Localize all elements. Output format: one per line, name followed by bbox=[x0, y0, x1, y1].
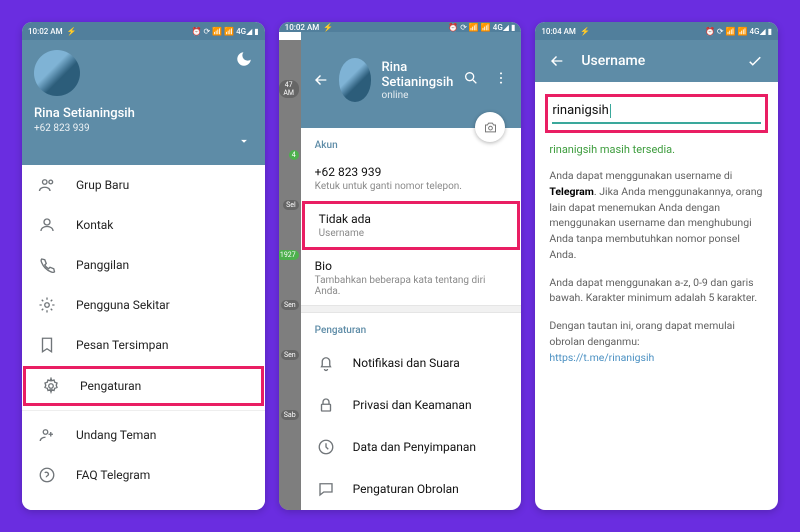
day-label: Sab bbox=[281, 410, 299, 420]
unread-badge: 1927 bbox=[279, 250, 299, 260]
menu-settings[interactable]: Pengaturan bbox=[23, 366, 264, 406]
drawer-menu: Grup Baru Kontak Panggilan Pengguna Seki… bbox=[22, 165, 265, 510]
lock-icon bbox=[315, 394, 337, 416]
status-icons: ⏰ ⟳ 📶 📶 4G◢ ▮ bbox=[448, 23, 515, 32]
dim-overlay: 47 AM 4 Sel 1927 Sen Sen Sab bbox=[279, 40, 301, 510]
username-desc-3: Dengan tautan ini, orang dapat memulai o… bbox=[535, 312, 778, 371]
row-chat-settings[interactable]: Pengaturan Obrolan bbox=[301, 468, 522, 510]
status-icons: ⏰ ⟳ 📶 📶 4G◢ ▮ bbox=[192, 27, 259, 36]
night-mode-icon[interactable] bbox=[235, 50, 253, 68]
unread-badge: 4 bbox=[289, 150, 299, 160]
chat-icon bbox=[315, 478, 337, 500]
menu-label: Kontak bbox=[76, 218, 113, 232]
chevron-down-icon[interactable] bbox=[237, 133, 251, 147]
username-label: Username bbox=[319, 228, 504, 239]
gear-icon bbox=[40, 375, 62, 397]
row-label: Data dan Penyimpanan bbox=[353, 440, 476, 454]
avatar[interactable] bbox=[34, 50, 80, 96]
phone-icon bbox=[36, 254, 58, 276]
row-data[interactable]: Data dan Penyimpanan bbox=[301, 426, 522, 468]
group-icon bbox=[36, 174, 58, 196]
day-label: Sel bbox=[283, 200, 299, 210]
row-notifications[interactable]: Notifikasi dan Suara bbox=[301, 342, 522, 384]
phone-hint: Ketuk untuk ganti nomor telepon. bbox=[315, 181, 508, 192]
row-label: Notifikasi dan Suara bbox=[353, 356, 460, 370]
page-title: Username bbox=[581, 53, 730, 69]
confirm-icon[interactable] bbox=[746, 52, 764, 70]
menu-calls[interactable]: Panggilan bbox=[22, 245, 265, 285]
invite-icon bbox=[36, 424, 58, 446]
settings-screen: 10:02 AM⚡⏰ ⟳ 📶 📶 4G◢ ▮ 47 AM 4 Sel 1927 … bbox=[279, 22, 522, 510]
username-screen: 10:04 AM⚡⏰ ⟳ 📶 📶 4G◢ ▮ Username rinanigs… bbox=[535, 22, 778, 510]
bio-hint: Tambahkan beberapa kata tentang diri And… bbox=[315, 275, 508, 297]
menu-faq[interactable]: FAQ Telegram bbox=[22, 455, 265, 495]
status-bar: 10:04 AM⚡⏰ ⟳ 📶 📶 4G◢ ▮ bbox=[535, 22, 778, 40]
profile-name: Rina Setianingsih bbox=[381, 60, 453, 90]
back-icon[interactable] bbox=[549, 53, 565, 69]
username-text: rinanigsih bbox=[552, 103, 609, 118]
profile-status: online bbox=[381, 90, 453, 101]
menu-contacts[interactable]: Kontak bbox=[22, 205, 265, 245]
row-username[interactable]: Tidak ada Username bbox=[302, 201, 521, 250]
profile-header: Rina Setianingsih online bbox=[301, 32, 522, 128]
menu-saved[interactable]: Pesan Tersimpan bbox=[22, 325, 265, 365]
back-icon[interactable] bbox=[313, 72, 329, 88]
person-icon bbox=[36, 214, 58, 236]
username-link[interactable]: https://t.me/rinanigsih bbox=[549, 351, 654, 364]
username-desc-2: Anda dapat menggunakan a-z, 0-9 dan gari… bbox=[535, 269, 778, 313]
menu-new-group[interactable]: Grup Baru bbox=[22, 165, 265, 205]
username-desc-1: Anda dapat menggunakan username di Teleg… bbox=[535, 162, 778, 269]
menu-invite[interactable]: Undang Teman bbox=[22, 415, 265, 455]
day-label: Sen bbox=[281, 350, 299, 360]
drawer-header: Rina Setianingsih +62 823 939 bbox=[22, 40, 265, 165]
status-time: 10:02 AM bbox=[285, 23, 320, 32]
divider bbox=[22, 410, 265, 411]
day-label: Sen bbox=[281, 300, 299, 310]
bio-value: Bio bbox=[315, 259, 508, 273]
menu-label: Undang Teman bbox=[76, 428, 156, 442]
status-icons: ⏰ ⟳ 📶 📶 4G◢ ▮ bbox=[705, 27, 772, 36]
bookmark-icon bbox=[36, 334, 58, 356]
profile-phone: +62 823 939 bbox=[34, 123, 253, 134]
menu-label: Panggilan bbox=[76, 258, 129, 272]
nearby-icon bbox=[36, 294, 58, 316]
time-label: 47 AM bbox=[279, 80, 299, 98]
separator bbox=[301, 305, 522, 313]
row-phone[interactable]: +62 823 939 Ketuk untuk ganti nomor tele… bbox=[301, 157, 522, 200]
row-label: Privasi dan Keamanan bbox=[353, 398, 472, 412]
help-icon bbox=[36, 464, 58, 486]
status-bar: 10:02 AM⚡⏰ ⟳ 📶 📶 4G◢ ▮ bbox=[279, 22, 522, 32]
status-time: 10:02 AM bbox=[28, 27, 63, 36]
username-input-highlight: rinanigsih bbox=[545, 94, 768, 133]
row-privacy[interactable]: Privasi dan Keamanan bbox=[301, 384, 522, 426]
search-icon[interactable] bbox=[463, 70, 479, 90]
row-label: Pengaturan Obrolan bbox=[353, 482, 459, 496]
section-settings: Pengaturan bbox=[301, 313, 522, 342]
profile-name: Rina Setianingsih bbox=[34, 106, 253, 121]
menu-nearby[interactable]: Pengguna Sekitar bbox=[22, 285, 265, 325]
status-time: 10:04 AM bbox=[541, 27, 576, 36]
username-value: Tidak ada bbox=[319, 212, 504, 226]
username-input[interactable]: rinanigsih bbox=[552, 103, 761, 124]
avatar[interactable] bbox=[339, 58, 372, 102]
menu-label: Grup Baru bbox=[76, 178, 129, 192]
menu-label: Pengguna Sekitar bbox=[76, 298, 170, 312]
drawer-screen: 10:02 AM ⚡ ⏰ ⟳ 📶 📶 4G◢ ▮ Rina Setianings… bbox=[22, 22, 265, 510]
menu-label: Pesan Tersimpan bbox=[76, 338, 168, 352]
menu-label: FAQ Telegram bbox=[76, 468, 150, 482]
bell-icon bbox=[315, 352, 337, 374]
more-icon[interactable] bbox=[493, 70, 509, 90]
status-bar: 10:02 AM ⚡ ⏰ ⟳ 📶 📶 4G◢ ▮ bbox=[22, 22, 265, 40]
data-icon bbox=[315, 436, 337, 458]
menu-label: Pengaturan bbox=[80, 379, 141, 393]
row-bio[interactable]: Bio Tambahkan beberapa kata tentang diri… bbox=[301, 251, 522, 305]
username-available: rinanigsih masih tersedia. bbox=[535, 137, 778, 162]
cursor bbox=[610, 104, 611, 118]
username-header: Username bbox=[535, 40, 778, 82]
phone-value: +62 823 939 bbox=[315, 165, 508, 179]
